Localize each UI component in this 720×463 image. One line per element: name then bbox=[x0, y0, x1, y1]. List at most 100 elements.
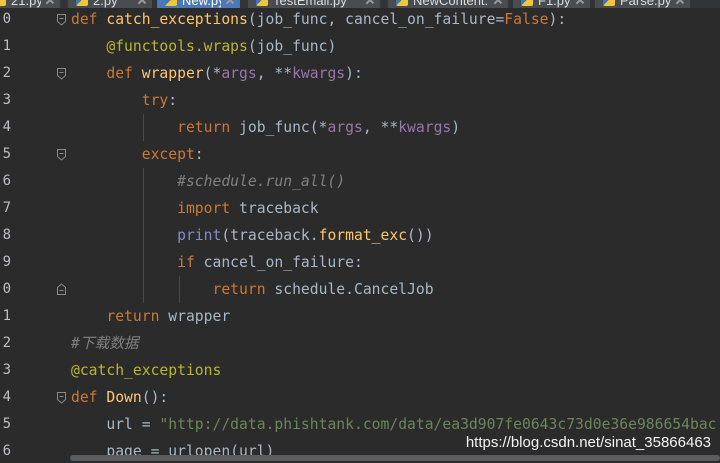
gutter-row: 2 bbox=[0, 330, 70, 357]
gutter-row: 5 bbox=[0, 141, 70, 168]
function-token: format_exc bbox=[318, 227, 408, 244]
line-number: 1 bbox=[2, 308, 11, 324]
fold-end-icon[interactable] bbox=[56, 283, 67, 296]
fold-collapse-icon[interactable] bbox=[56, 67, 67, 80]
plain-token: ): bbox=[345, 65, 363, 82]
line-number: 0 bbox=[2, 11, 11, 27]
function-token: Down bbox=[106, 389, 142, 406]
close-icon[interactable] bbox=[138, 0, 146, 4]
line-number: 7 bbox=[2, 200, 11, 216]
line-number: 2 bbox=[2, 335, 11, 351]
code-line[interactable]: @functools.wraps(job_func) bbox=[71, 33, 720, 60]
gutter-row: 2 bbox=[0, 60, 70, 87]
fold-collapse-icon[interactable] bbox=[56, 13, 67, 26]
code-line[interactable]: print(traceback.format_exc()) bbox=[71, 222, 720, 249]
python-file-icon bbox=[165, 0, 177, 6]
tab-label: TestEmail.py bbox=[273, 0, 347, 8]
function-token: catch_exceptions bbox=[106, 11, 248, 28]
code-line[interactable]: except: bbox=[71, 141, 720, 168]
gutter-row: 6 bbox=[0, 168, 70, 195]
fold-collapse-icon[interactable] bbox=[56, 148, 67, 161]
line-number: 5 bbox=[2, 416, 11, 432]
python-file-icon bbox=[76, 0, 88, 6]
tab-label: 2.py bbox=[93, 0, 118, 8]
plain-token: , ** bbox=[362, 119, 399, 136]
close-icon[interactable] bbox=[366, 0, 374, 4]
line-number: 3 bbox=[2, 92, 11, 108]
close-icon[interactable] bbox=[494, 0, 502, 4]
line-number: 6 bbox=[2, 443, 11, 459]
code-line[interactable]: try: bbox=[71, 87, 720, 114]
code-line[interactable]: @catch_exceptions bbox=[71, 357, 720, 384]
code-line[interactable]: return wrapper bbox=[71, 303, 720, 330]
close-icon[interactable] bbox=[226, 0, 234, 4]
python-file-icon bbox=[0, 0, 6, 6]
gutter-row: 4 bbox=[0, 384, 70, 411]
horizontal-scrollbar[interactable] bbox=[70, 455, 720, 461]
keyword-token: def bbox=[71, 11, 98, 28]
comment-token: #下载数据 bbox=[71, 335, 139, 352]
parameter-token: args bbox=[221, 65, 257, 82]
code-line[interactable]: def catch_exceptions(job_func, cancel_on… bbox=[71, 6, 720, 33]
plain-token: job_func(* bbox=[230, 119, 328, 136]
code-line[interactable]: if cancel_on_failure: bbox=[71, 249, 720, 276]
decorator-token: @functools.wraps bbox=[71, 38, 248, 55]
gutter-row: 1 bbox=[0, 303, 70, 330]
keyword-token: def bbox=[71, 389, 98, 406]
tab-label: New.py bbox=[182, 0, 221, 8]
tab-parse-py[interactable]: Parse.py bbox=[595, 0, 690, 8]
code-line[interactable]: return job_func(*args, **kwargs) bbox=[71, 114, 720, 141]
close-icon[interactable] bbox=[46, 0, 54, 4]
line-number: 5 bbox=[2, 146, 11, 162]
keyword-token: return bbox=[71, 308, 160, 325]
keyword-token: return bbox=[71, 119, 231, 136]
code-line[interactable]: #下载数据 bbox=[71, 330, 720, 357]
plain-token: (traceback. bbox=[221, 227, 319, 244]
code-line[interactable]: def Down(): bbox=[71, 384, 720, 411]
line-number: 1 bbox=[2, 38, 11, 54]
line-number: 6 bbox=[2, 173, 11, 189]
gutter-row: 6 bbox=[0, 438, 70, 463]
gutter-row: 0 bbox=[0, 276, 70, 303]
editor-tab-bar: 21.py 2.py New.py TestEmail.py NewContent.py… bbox=[0, 0, 720, 8]
code-line[interactable]: import traceback bbox=[71, 195, 720, 222]
code-area[interactable]: def catch_exceptions(job_func, cancel_on… bbox=[71, 6, 720, 463]
plain-token: ()) bbox=[407, 227, 434, 244]
builtin-token: print bbox=[71, 227, 222, 244]
python-file-icon bbox=[521, 0, 533, 6]
code-line[interactable]: def wrapper(*args, **kwargs): bbox=[71, 60, 720, 87]
tab-label: F1.py bbox=[538, 0, 571, 8]
comment-token: #schedule.run_all() bbox=[71, 173, 346, 190]
fold-collapse-icon[interactable] bbox=[56, 391, 67, 404]
plain-token: schedule.CancelJob bbox=[265, 281, 434, 298]
code-editor-window: 21.py 2.py New.py TestEmail.py NewContent.py… bbox=[0, 0, 720, 463]
close-icon[interactable] bbox=[676, 0, 684, 4]
keyword-token: def bbox=[71, 65, 133, 82]
close-icon[interactable] bbox=[576, 0, 584, 4]
plain-token: : bbox=[168, 92, 178, 109]
tab-testemail-py[interactable]: TestEmail.py bbox=[248, 0, 380, 8]
code-line[interactable]: return schedule.CancelJob bbox=[71, 276, 720, 303]
gutter-row: 7 bbox=[0, 195, 70, 222]
tab-strip: 21.py 2.py New.py TestEmail.py NewContent.py… bbox=[0, 0, 690, 8]
keyword-token: except bbox=[71, 146, 195, 163]
function-token: wrapper bbox=[141, 65, 204, 82]
parameter-token: kwargs bbox=[398, 119, 452, 136]
gutter-row: 1 bbox=[0, 33, 70, 60]
keyword-token: False bbox=[504, 11, 549, 28]
python-file-icon bbox=[256, 0, 268, 6]
code-line[interactable]: #schedule.run_all() bbox=[71, 168, 720, 195]
line-number: 3 bbox=[2, 362, 11, 378]
gutter-row: 4 bbox=[0, 114, 70, 141]
plain-token: ) bbox=[451, 119, 461, 136]
tab-21-py[interactable]: 21.py bbox=[0, 0, 60, 8]
tab-new-py[interactable]: New.py bbox=[157, 0, 240, 8]
plain-token: traceback bbox=[230, 200, 319, 217]
keyword-token: import bbox=[71, 200, 231, 217]
keyword-token: if bbox=[71, 254, 195, 271]
tab-2-py[interactable]: 2.py bbox=[68, 0, 152, 8]
parameter-token: args bbox=[327, 119, 363, 136]
tab-f1-py[interactable]: F1.py bbox=[513, 0, 590, 8]
tab-newcontent-py[interactable]: NewContent.py bbox=[388, 0, 508, 8]
